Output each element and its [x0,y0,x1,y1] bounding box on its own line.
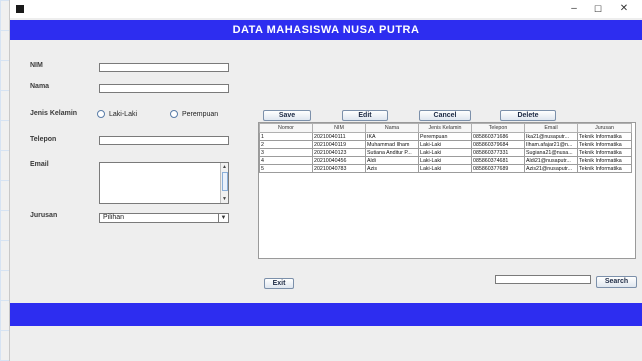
column-header[interactable]: Telepon [471,123,525,133]
table-cell[interactable]: Sugiana21@nusa... [524,148,578,157]
chevron-down-icon[interactable]: ▼ [218,214,228,222]
table-cell[interactable]: 085860374681 [471,156,525,165]
table-cell[interactable]: 085860377331 [471,148,525,157]
table-cell[interactable]: Laki-Laki [418,148,472,157]
table-cell[interactable]: Laki-Laki [418,164,472,173]
table-row[interactable]: 4 20210040456 Aldi Laki-Laki 085860374681 Ald… [259,156,632,165]
column-header[interactable]: Jurusan [577,123,632,133]
table-cell[interactable]: 20210040123 [312,148,366,157]
jurusan-label: Jurusan [30,212,58,219]
table-cell[interactable]: 2 [259,140,313,149]
table-cell[interactable]: 3 [259,148,313,157]
minimize-icon[interactable]: – [562,0,586,18]
nim-input[interactable] [99,63,229,72]
table-cell[interactable]: Teknik Informatika [577,132,632,141]
student-table-panel[interactable]: Nomor NIM Nama Jenis Kelamin Telepon Ema… [258,122,636,259]
save-button[interactable]: Save [263,110,311,121]
email-scrollbar[interactable]: ▲ ▼ [220,163,228,203]
jurusan-selected-value: Pilihan [103,214,125,221]
table-cell[interactable]: Azis [365,164,419,173]
app-icon [16,5,24,13]
table-cell[interactable]: Azis21@nusaputr... [524,164,578,173]
table-header-row: Nomor NIM Nama Jenis Kelamin Telepon Ema… [259,123,632,133]
table-cell[interactable]: Muhammad Ilham [365,140,419,149]
radio-label: Laki-Laki [109,110,138,118]
title-bar: – ☐ ✕ [10,0,642,18]
table-cell[interactable]: Ilham.afajar21@n... [524,140,578,149]
table-cell[interactable]: 085860379684 [471,140,525,149]
nama-input[interactable] [99,84,229,93]
table-cell[interactable]: 1 [259,132,313,141]
student-table[interactable]: Nomor NIM Nama Jenis Kelamin Telepon Ema… [259,123,632,173]
cancel-button[interactable]: Cancel [419,110,471,121]
table-cell[interactable]: 20210040111 [312,132,366,141]
email-label: Email [30,161,49,168]
table-cell[interactable]: Aldi21@nusaputr... [524,156,578,165]
app-window: – ☐ ✕ DATA MAHASISWA NUSA PUTRA NIM Nama… [10,0,642,361]
telepon-label: Telepon [30,136,57,143]
maximize-icon[interactable]: ☐ [586,0,610,18]
table-cell[interactable]: 20210040456 [312,156,366,165]
column-header[interactable]: Jenis Kelamin [418,123,472,133]
page-title: DATA MAHASISWA NUSA PUTRA [10,20,642,40]
column-header[interactable]: Email [524,123,578,133]
scroll-thumb[interactable] [222,172,228,191]
jurusan-select[interactable]: Pilihan ▼ [99,213,229,223]
nim-label: NIM [30,62,43,69]
exit-button[interactable]: Exit [264,278,294,289]
table-cell[interactable]: Teknik Informatika [577,148,632,157]
close-icon[interactable]: ✕ [612,0,636,18]
table-row[interactable]: 2 20210040119 Muhammad Ilham Laki-Laki 08586… [259,140,632,149]
table-cell[interactable]: Ika21@nusaputr... [524,132,578,141]
column-header[interactable]: NIM [312,123,366,133]
email-textarea[interactable]: ▲ ▼ [99,162,229,204]
table-cell[interactable]: Teknik Informatika [577,156,632,165]
table-cell[interactable]: Laki-Laki [418,140,472,149]
radio-label: Perempuan [182,110,219,118]
table-row[interactable]: 5 20210040783 Azis Laki-Laki 085860377689 Azi… [259,164,632,173]
column-header[interactable]: Nomor [259,123,313,133]
table-row[interactable]: 3 20210040123 Sutiana Anditur P... Laki-Lak… [259,148,632,157]
table-row[interactable]: 1 20210040111 IKA Perempuan 085860371686 Ika2… [259,132,632,141]
table-cell[interactable]: 20210040783 [312,164,366,173]
table-cell[interactable]: 4 [259,156,313,165]
scroll-up-icon[interactable]: ▲ [221,164,228,170]
edit-button[interactable]: Edit [342,110,388,121]
table-cell[interactable]: 085860377689 [471,164,525,173]
column-header[interactable]: Nama [365,123,419,133]
radio-perempuan[interactable]: Perempuan [170,110,218,118]
delete-button[interactable]: Delete [500,110,556,121]
table-cell[interactable]: 085860371686 [471,132,525,141]
radio-circle-icon [97,110,105,118]
table-cell[interactable]: 20210040119 [312,140,366,149]
radio-circle-icon [170,110,178,118]
footer-bar [10,303,642,326]
table-cell[interactable]: Aldi [365,156,419,165]
table-cell[interactable]: Laki-Laki [418,156,472,165]
table-cell[interactable]: 5 [259,164,313,173]
table-cell[interactable]: IKA [365,132,419,141]
table-cell[interactable]: Perempuan [418,132,472,141]
table-cell[interactable]: Teknik Informatika [577,140,632,149]
table-cell[interactable]: Teknik Informatika [577,164,632,173]
radio-laki-laki[interactable]: Laki-Laki [97,110,137,118]
telepon-input[interactable] [99,136,229,145]
table-cell[interactable]: Sutiana Anditur P... [365,148,419,157]
nama-label: Nama [30,83,50,90]
gender-label: Jenis Kelamin [30,110,78,117]
search-button[interactable]: Search [596,276,637,288]
search-input[interactable] [495,275,591,284]
scroll-down-icon[interactable]: ▼ [221,196,228,202]
